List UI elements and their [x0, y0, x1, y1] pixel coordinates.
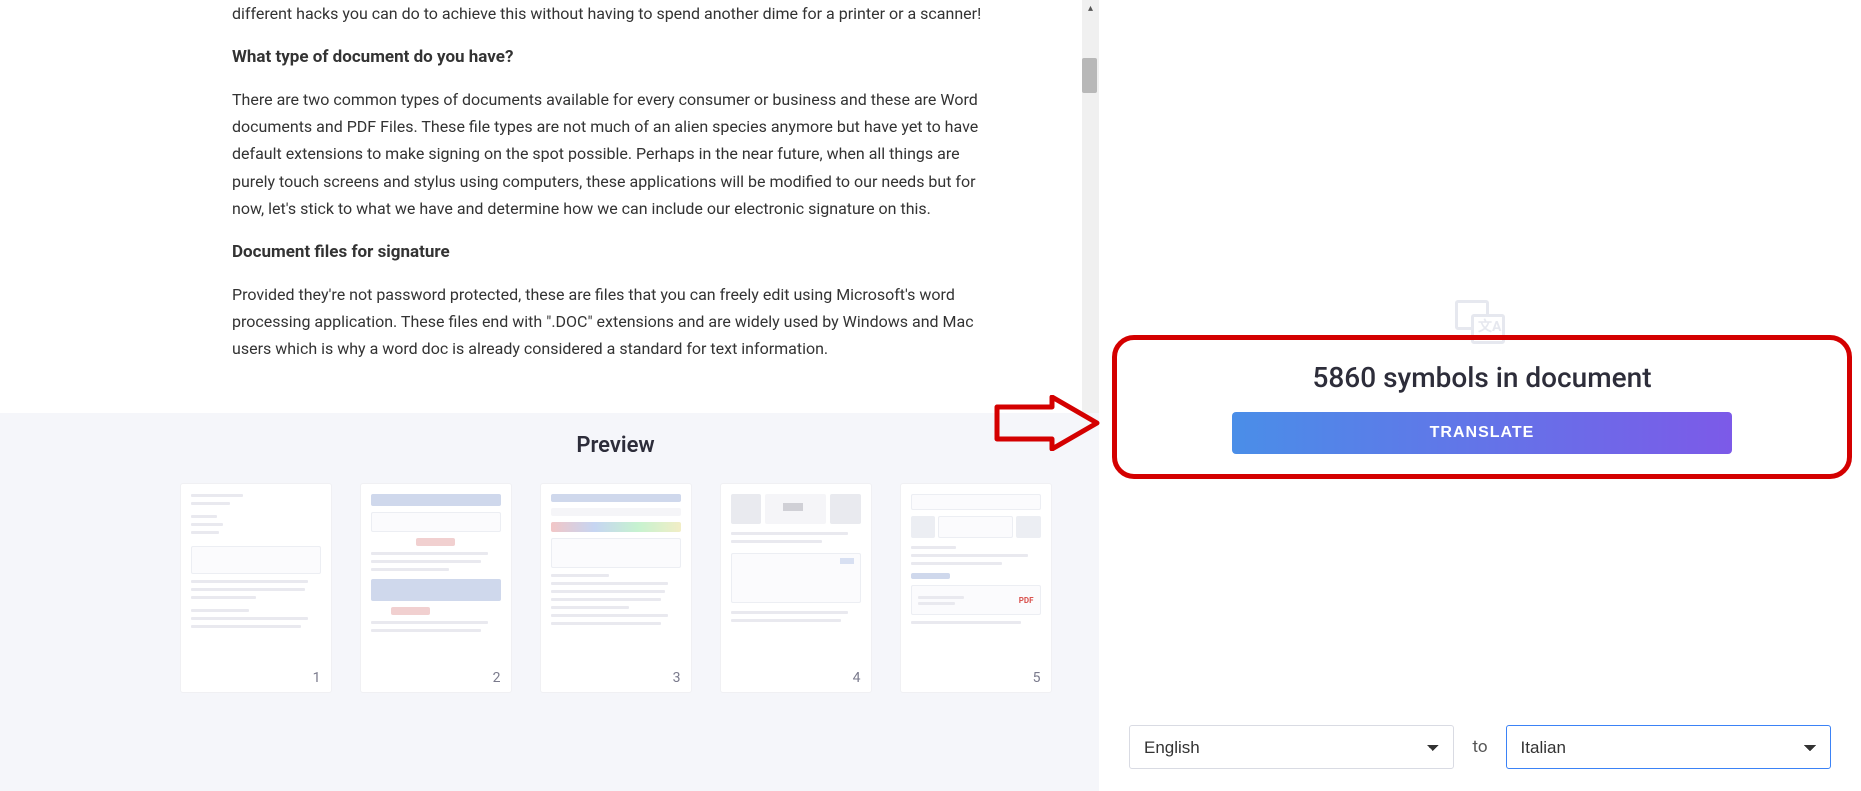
language-selector-row: English to Italian [1129, 725, 1831, 769]
page-number: 5 [1033, 670, 1041, 686]
preview-bg [0, 413, 132, 791]
document-viewer: different hacks you can do to achieve th… [132, 0, 1099, 413]
page-number: 3 [673, 670, 681, 686]
thumbnail-preview-icon: PDF [911, 494, 1041, 664]
preview-thumbnail[interactable]: 4 [720, 483, 872, 693]
preview-section: Preview 1 [132, 413, 1099, 791]
preview-thumbnail[interactable]: 2 [360, 483, 512, 693]
to-label: to [1466, 737, 1493, 757]
page-number: 2 [493, 670, 501, 686]
annotation-arrow-icon [992, 395, 1102, 451]
doc-paragraph: Provided they're not password protected,… [232, 281, 999, 363]
scrollbar-up-arrow-icon[interactable]: ▴ [1082, 0, 1099, 17]
doc-heading: What type of document do you have? [232, 43, 999, 72]
scrollbar-thumb[interactable] [1082, 58, 1097, 93]
document-content: different hacks you can do to achieve th… [132, 0, 1099, 408]
doc-paragraph: There are two common types of documents … [232, 86, 999, 222]
source-language-select[interactable]: English [1129, 725, 1454, 769]
preview-title: Preview [132, 433, 1099, 458]
thumbnail-preview-icon [551, 494, 681, 664]
translate-button[interactable]: TRANSLATE [1232, 412, 1732, 454]
preview-thumbnail[interactable]: PDF 5 [900, 483, 1052, 693]
translate-callout: 5860 symbols in document TRANSLATE [1112, 335, 1852, 479]
preview-thumbnail[interactable]: 1 [180, 483, 332, 693]
thumbnail-preview-icon [371, 494, 501, 664]
preview-thumbnail[interactable]: 3 [540, 483, 692, 693]
translate-button-label: TRANSLATE [1430, 424, 1535, 442]
thumbnail-preview-icon [731, 494, 861, 664]
translate-panel: 文A 5860 symbols in document TRANSLATE En… [1099, 0, 1861, 791]
doc-paragraph: different hacks you can do to achieve th… [232, 0, 999, 27]
page-number: 1 [313, 670, 321, 686]
symbols-count-text: 5860 symbols in document [1312, 361, 1651, 394]
preview-thumbnails: 1 2 [132, 483, 1099, 693]
main-panel: different hacks you can do to achieve th… [0, 0, 1099, 791]
thumbnail-preview-icon [191, 494, 321, 664]
doc-heading: Document files for signature [232, 238, 999, 267]
page-number: 4 [853, 670, 861, 686]
target-language-select[interactable]: Italian [1506, 725, 1831, 769]
